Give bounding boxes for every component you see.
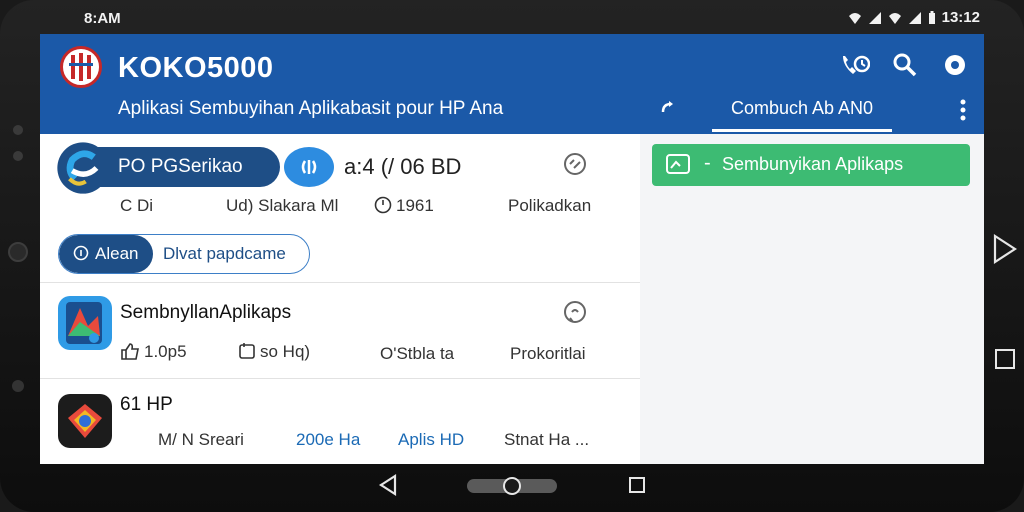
app-subtitle: Aplikasi Sembuyihan Aplikabasit pour HP … [118, 98, 504, 119]
call-timer-icon [843, 55, 870, 74]
signal-icon [908, 11, 921, 24]
call-timer-button[interactable] [840, 50, 870, 80]
hardware-dots-icon [8, 125, 28, 392]
sync-icon[interactable] [658, 98, 680, 120]
device-side-buttons [8, 120, 28, 405]
row-meta-3[interactable]: Aplis HD [398, 430, 464, 450]
settings-icon [945, 55, 965, 75]
status-bar: 8:AM 13:12 [40, 4, 984, 34]
row-meta-4: Stnat Ha ... [504, 430, 590, 449]
row-meta-4: Prokoritlai [510, 344, 586, 363]
clock-icon [374, 196, 392, 214]
back-icon[interactable] [378, 474, 398, 496]
row-meta-1: C Di [120, 196, 154, 215]
app-screen: KOKO5000 Aplikasi Sembuyihan Aplikabasit… [40, 34, 984, 464]
app-title: KOKO5000 [118, 52, 274, 84]
row-meta-2[interactable]: 200e Ha [296, 430, 360, 450]
system-nav-bar [40, 464, 984, 508]
side-back-icon[interactable] [992, 234, 1018, 264]
thumbs-up-icon [121, 343, 139, 360]
row-title: SembnyllanAplikaps [120, 302, 292, 323]
search-icon [893, 53, 917, 77]
recents-icon[interactable] [628, 476, 646, 494]
row-meta-1: 1.0p5 [120, 342, 187, 362]
hide-apps-button[interactable]: - Sembunyikan Aplikaps [652, 144, 970, 186]
action-segment: Alean Dlvat papdcame [58, 234, 310, 274]
refresh-round-button[interactable] [284, 147, 334, 187]
calendar-icon [239, 343, 255, 359]
row-meta-3: 1961 [374, 196, 434, 216]
detail-panel: - Sembunyikan Aplikaps [640, 134, 984, 464]
hide-apps-label: Sembunyikan Aplikaps [722, 154, 904, 174]
appbar-actions [840, 50, 970, 80]
alean-button[interactable]: Alean [59, 235, 153, 273]
tablet-app-icon [58, 296, 112, 350]
tab-active[interactable]: Combuch Ab AN0 [712, 94, 892, 132]
row-meta-1: M/ N Sreari [158, 430, 244, 449]
settings-button[interactable] [940, 50, 970, 80]
wifi-icon [888, 12, 901, 24]
dlvat-button[interactable]: Dlvat papdcame [163, 235, 286, 273]
refresh-icon [301, 160, 317, 174]
shield-logo-icon [69, 53, 93, 81]
chat-icon[interactable] [562, 300, 588, 326]
row-meta-2: so Hq) [238, 342, 310, 362]
row-meta-2: Ud) Slakara Ml [226, 196, 339, 215]
info-icon [73, 245, 89, 261]
overflow-icon[interactable] [956, 96, 970, 124]
row-meta-4: Polikadkan [508, 196, 592, 215]
list-item[interactable]: PO PGSerikao a:4 (/ 06 BD C Di Ud) Slaka… [40, 134, 640, 283]
list-item[interactable]: 61 HP M/ N Sreari 200e Ha Aplis HD Stnat… [40, 378, 640, 464]
image-icon [666, 154, 690, 174]
signal-icon [868, 11, 881, 24]
home-icon[interactable] [466, 476, 558, 496]
row-headline: a:4 (/ 06 BD [344, 154, 462, 179]
status-icons: 13:12 [848, 9, 980, 26]
hide-apps-dash: - [704, 152, 711, 174]
list-item[interactable]: SembnyllanAplikaps 1.0p5 so Hq) O'Stbla … [40, 282, 640, 379]
side-recents-icon[interactable] [994, 348, 1016, 370]
wifi-icon [848, 12, 861, 24]
primary-chip-label: PO PGSerikao [118, 156, 243, 177]
status-time-left: 8:AM [84, 10, 121, 27]
app-list: PO PGSerikao a:4 (/ 06 BD C Di Ud) Slaka… [40, 134, 641, 464]
search-button[interactable] [890, 50, 920, 80]
device-frame: 8:AM 13:12 KOKO5000 Aplikasi Sembuyihan … [0, 0, 1024, 512]
row-meta-3: O'Stbla ta [380, 344, 455, 363]
primary-chip[interactable]: PO PGSerikao [57, 142, 280, 194]
app-bar: KOKO5000 Aplikasi Sembuyihan Aplikabasit… [40, 34, 984, 134]
app-logo [60, 46, 102, 88]
status-time-right: 13:12 [941, 9, 980, 26]
row-title: 61 HP [120, 394, 173, 415]
app-badge-icon [57, 142, 109, 194]
battery-icon [928, 10, 935, 24]
game-app-icon [58, 394, 112, 448]
chat-icon[interactable] [562, 152, 588, 178]
